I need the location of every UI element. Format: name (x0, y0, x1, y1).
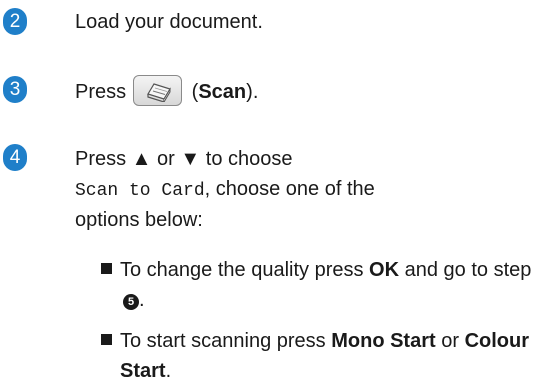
circled-number-icon: 5 (123, 294, 139, 310)
option-text-part: To start scanning press (120, 330, 332, 352)
instruction-text: Press (75, 148, 127, 170)
square-bullet-icon (101, 263, 112, 274)
square-bullet-icon (101, 334, 112, 345)
paren-open: ( (186, 80, 199, 103)
scan-key-label: Scan (198, 80, 247, 103)
option-text-part: To change the quality press (120, 259, 370, 281)
paren-close: ). (246, 80, 259, 103)
step-instruction: Load your document. (75, 11, 263, 33)
step-number-badge: 4 (3, 144, 27, 171)
scanner-icon (147, 83, 172, 102)
instruction-text: Press (75, 80, 127, 103)
option-text-part: . (139, 289, 145, 311)
step-instruction-line-3: options below: (75, 209, 203, 231)
ok-key-label: OK (369, 259, 400, 281)
step-instruction-line-2: Scan to Card, choose one of the (75, 175, 375, 205)
option-text-part: . (165, 360, 172, 382)
instruction-text: or (157, 148, 175, 170)
step-number-badge: 3 (3, 76, 27, 103)
menu-option: Scan to Card (75, 181, 205, 201)
up-arrow-icon: ▲ (126, 148, 158, 170)
option-text-part: or (435, 330, 465, 352)
step-number-badge: 2 (3, 8, 27, 35)
option-text: To change the quality press OK and go to… (120, 255, 545, 315)
instruction-text: to choose (205, 148, 293, 170)
instruction-text: , choose one of the (204, 178, 375, 200)
option-text: To start scanning press Mono Start or Co… (120, 326, 545, 386)
down-arrow-icon: ▼ (174, 148, 206, 170)
step-instruction-line-1: Press ▲ or ▼ to choose (75, 145, 293, 173)
mono-start-key-label: Mono Start (331, 330, 436, 352)
option-text-part: and go to step (399, 259, 532, 281)
scan-button (133, 75, 183, 106)
step-instruction: Press (Scan). (75, 75, 259, 108)
